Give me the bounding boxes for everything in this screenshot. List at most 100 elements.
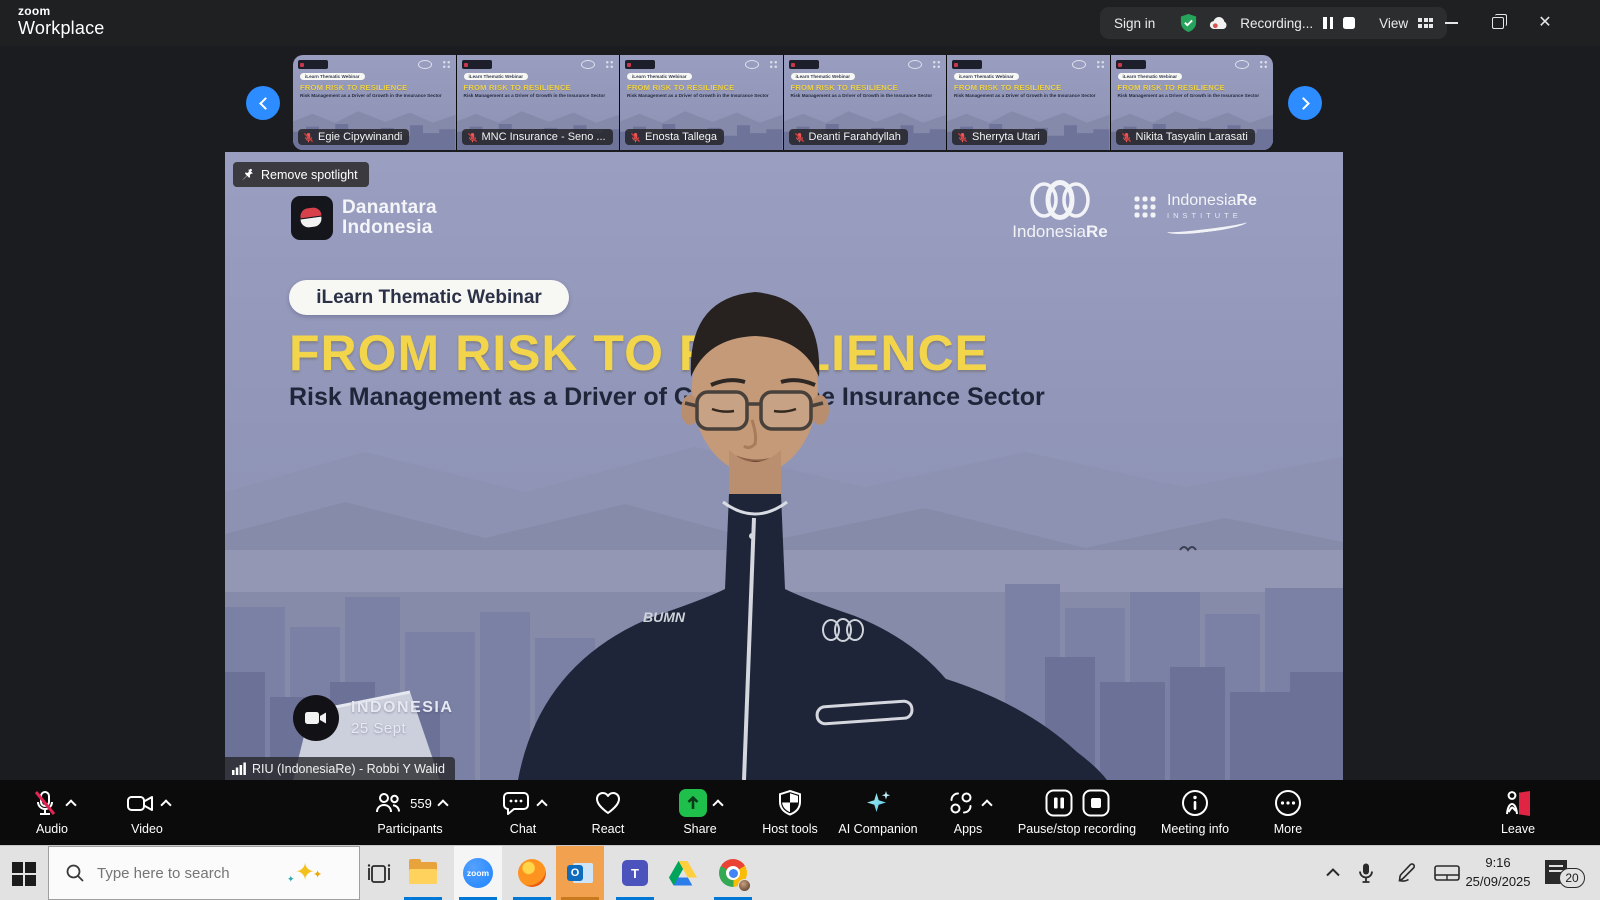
thumb-logo <box>952 60 982 69</box>
thumb-slide-subtitle: Risk Management as a Driver of Growth in… <box>954 93 1096 98</box>
zoom-workplace-logo: zoom Workplace <box>18 5 105 37</box>
share-options-chevron[interactable] <box>711 799 724 811</box>
security-shield-icon <box>1181 13 1197 33</box>
brand-zoom: zoom <box>18 4 51 18</box>
chevron-right-icon <box>1296 96 1310 110</box>
audio-level-icon <box>232 762 246 775</box>
speaker-name-tag: RIU (IndonesiaRe) - Robbi Y Walid <box>225 757 455 780</box>
action-center-button[interactable]: 20 <box>1545 860 1589 888</box>
pin-icon <box>242 168 253 181</box>
share-screen-icon <box>678 789 707 817</box>
muted-mic-icon <box>794 132 804 142</box>
search-input[interactable] <box>97 864 287 882</box>
restore-button[interactable] <box>1481 8 1515 38</box>
leave-button[interactable]: Leave <box>1458 786 1578 836</box>
tray-pen-icon <box>1398 863 1416 882</box>
participant-video-tile[interactable]: iLearn Thematic Webinar FROM RISK TO RES… <box>456 55 619 150</box>
close-button[interactable]: ✕ <box>1528 8 1562 38</box>
stop-recording-button[interactable] <box>1343 17 1356 29</box>
mic-muted-icon <box>34 790 55 815</box>
search-highlights-icon[interactable]: ✦ ✦ ✦ <box>287 856 327 890</box>
zoom-app-icon: zoom <box>463 858 493 888</box>
remove-spotlight-button[interactable]: Remove spotlight <box>233 162 369 187</box>
muted-mic-icon <box>303 132 314 142</box>
zoom-workplace-window: zoom Workplace Sign in Recording... View… <box>0 0 1600 900</box>
tray-microphone[interactable] <box>1356 846 1376 900</box>
stop-recording-icon <box>1082 789 1109 817</box>
filmstrip-next-button[interactable] <box>1288 86 1322 120</box>
thumb-logo <box>1115 60 1146 69</box>
chat-options-chevron[interactable] <box>535 799 548 811</box>
taskbar-teams[interactable]: T <box>611 846 659 900</box>
slide-title: FROM RISK TO RESILIENCE <box>289 325 989 381</box>
taskbar-search[interactable]: ✦✦✦ <box>48 846 360 900</box>
tray-pen[interactable] <box>1396 846 1418 900</box>
audio-options-chevron[interactable] <box>64 799 77 811</box>
participant-name-tag: Egie Cipywinandi <box>298 129 410 145</box>
chat-icon <box>502 792 529 815</box>
participants-button[interactable]: 559 Participants <box>350 786 470 836</box>
sign-in-button[interactable]: Sign in <box>1114 16 1155 31</box>
taskbar-outlook[interactable]: O <box>556 846 604 900</box>
indonesiare-institute-logo: IndonesiaRe INSTITUTE <box>1133 192 1257 237</box>
participant-filmstrip: iLearn Thematic Webinar FROM RISK TO RES… <box>293 55 1273 150</box>
institute-dots-icon <box>1133 195 1157 219</box>
tray-mic-icon <box>1359 863 1373 883</box>
taskbar-file-explorer[interactable] <box>399 846 447 900</box>
thumb-slide-title: FROM RISK TO RESILIENCE <box>463 83 571 92</box>
taskbar-firefox[interactable] <box>508 846 556 900</box>
thumb-logo-rings <box>1235 60 1249 69</box>
thumb-badge: iLearn Thematic Webinar <box>954 73 1019 80</box>
pause-stop-recording-button[interactable]: Pause/stop recording <box>997 786 1157 836</box>
thumb-logo <box>298 60 328 69</box>
taskbar-zoom-app[interactable]: zoom <box>454 846 502 900</box>
danantara-logo: Danantara Indonesia <box>291 196 437 240</box>
view-layout-icon[interactable] <box>1418 18 1434 28</box>
thumb-slide-title: FROM RISK TO RESILIENCE <box>1117 83 1225 92</box>
cloud-recording-icon <box>1210 17 1227 29</box>
pause-recording-icon <box>1045 789 1072 817</box>
danantara-logo-icon <box>291 196 333 240</box>
muted-mic-icon <box>467 132 477 142</box>
participant-video-tile[interactable]: iLearn Thematic Webinar FROM RISK TO RES… <box>947 55 1110 150</box>
minimize-button[interactable] <box>1434 8 1468 38</box>
task-view-button[interactable] <box>366 861 392 887</box>
video-camera-icon <box>126 796 153 811</box>
participant-video-tile[interactable]: iLearn Thematic Webinar FROM RISK TO RES… <box>620 55 783 150</box>
view-button[interactable]: View <box>1379 16 1408 31</box>
clock-date: 25/09/2025 <box>1465 874 1531 889</box>
filmstrip-prev-button[interactable] <box>246 86 280 120</box>
start-button[interactable] <box>12 862 36 886</box>
thumb-slide-subtitle: Risk Management as a Driver of Growth in… <box>300 93 442 98</box>
thumb-slide-subtitle: Risk Management as a Driver of Growth in… <box>463 93 606 98</box>
taskbar-google-drive[interactable] <box>659 846 707 900</box>
apps-icon <box>950 792 971 814</box>
thumb-slide-title: FROM RISK TO RESILIENCE <box>790 83 898 92</box>
google-drive-icon <box>669 860 697 885</box>
thumb-logo-dots <box>1095 60 1105 69</box>
participants-options-chevron[interactable] <box>437 799 449 811</box>
spotlight-video[interactable]: Remove spotlight Danantara Indonesia Ind… <box>225 152 1343 780</box>
taskbar-chrome[interactable] <box>709 846 757 900</box>
file-explorer-icon <box>409 859 437 884</box>
search-icon <box>66 864 84 882</box>
titlebar: zoom Workplace Sign in Recording... View… <box>0 0 1600 46</box>
brand-workplace: Workplace <box>18 18 105 38</box>
participant-name-tag: MNC Insurance - Seno ... <box>461 129 613 145</box>
thumb-slide-title: FROM RISK TO RESILIENCE <box>954 83 1062 92</box>
slide-background-skyline <box>225 447 1343 780</box>
video-options-chevron[interactable] <box>159 799 172 811</box>
thumb-logo-dots <box>605 60 614 69</box>
thumb-logo-dots <box>441 60 451 69</box>
taskbar-clock[interactable]: 9:16 25/09/2025 <box>1448 853 1548 891</box>
video-button[interactable]: Video <box>87 786 207 836</box>
participant-video-tile[interactable]: iLearn Thematic Webinar FROM RISK TO RES… <box>293 55 456 150</box>
recording-status: Recording... <box>1240 15 1314 31</box>
participant-video-tile[interactable]: iLearn Thematic Webinar FROM RISK TO RES… <box>783 55 946 150</box>
apps-options-chevron[interactable] <box>980 799 993 811</box>
participant-video-tile[interactable]: iLearn Thematic Webinar FROM RISK TO RES… <box>1110 55 1273 150</box>
pause-recording-button[interactable] <box>1323 17 1334 29</box>
more-button[interactable]: More <box>1228 786 1348 836</box>
tray-show-hidden-icons[interactable] <box>1322 846 1344 900</box>
slide-subtitle: Risk Management as a Driver of Growth in… <box>289 383 1045 411</box>
